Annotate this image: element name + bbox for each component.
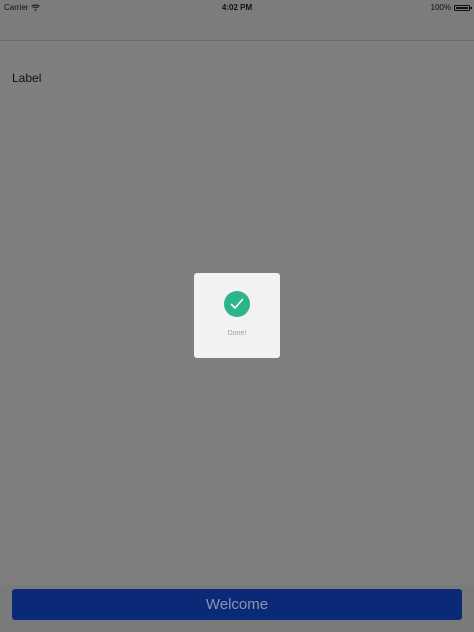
status-time: 4:02 PM	[221, 3, 253, 12]
status-right: 100%	[430, 3, 472, 12]
battery-icon	[454, 4, 472, 11]
battery-percentage: 100%	[430, 3, 451, 12]
welcome-button[interactable]: Welcome	[12, 589, 462, 620]
hud-status-text: Done!	[227, 330, 247, 337]
battery-fill	[456, 6, 468, 9]
battery-cap	[470, 6, 472, 9]
status-bar: Carrier 4:02 PM 100%	[0, 0, 474, 14]
content-label: Label	[12, 71, 42, 85]
checkmark-icon	[224, 291, 250, 317]
progress-hud: Done!	[194, 273, 280, 358]
